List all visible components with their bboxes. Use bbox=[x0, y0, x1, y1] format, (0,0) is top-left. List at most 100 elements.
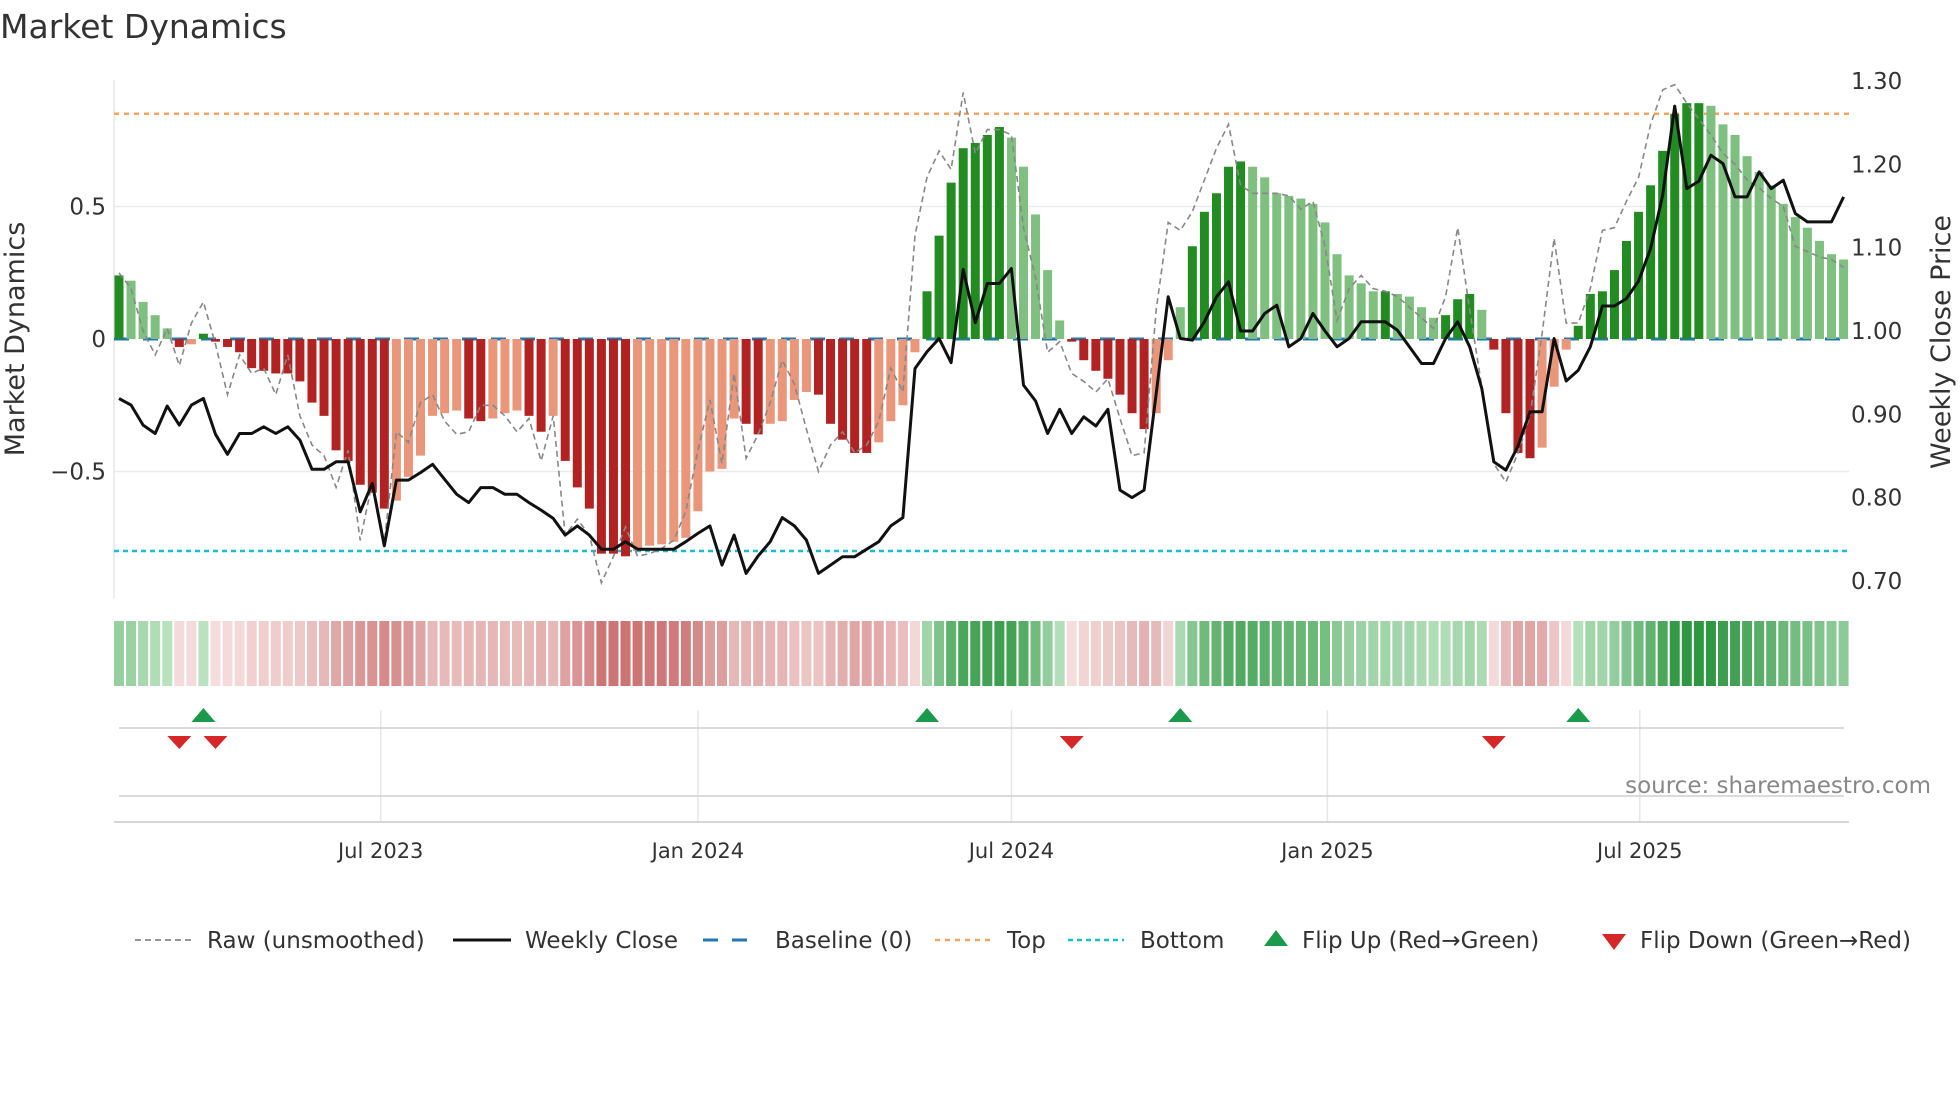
strip-cell bbox=[837, 621, 848, 686]
strip-cell bbox=[946, 621, 957, 686]
strip-cell bbox=[584, 621, 595, 686]
bar bbox=[1839, 259, 1849, 339]
flip-down-marker bbox=[1481, 736, 1506, 749]
bar bbox=[850, 339, 860, 453]
strip-cell bbox=[524, 621, 535, 686]
strip-cell bbox=[150, 621, 161, 686]
strip-cell bbox=[1102, 621, 1113, 686]
bar bbox=[524, 339, 534, 416]
strip-cell bbox=[222, 621, 233, 686]
bar bbox=[1778, 203, 1788, 339]
strip-cell bbox=[1235, 621, 1246, 686]
strip-cell bbox=[1681, 621, 1692, 686]
strip-cell bbox=[174, 621, 185, 686]
bar bbox=[1344, 275, 1354, 339]
strip-cell bbox=[126, 621, 137, 686]
strip-cell bbox=[1549, 621, 1560, 686]
bar bbox=[367, 339, 377, 493]
strip-cell bbox=[1621, 621, 1632, 686]
flip-up-icon bbox=[1264, 930, 1288, 946]
strip-cell bbox=[1754, 621, 1765, 686]
bar bbox=[1827, 254, 1837, 339]
bar bbox=[560, 339, 570, 461]
strip-cell bbox=[1392, 621, 1403, 686]
bar bbox=[1682, 103, 1692, 340]
strip-cell bbox=[1151, 621, 1162, 686]
strip-cell bbox=[873, 621, 884, 686]
strip-cell bbox=[138, 621, 149, 686]
bar bbox=[693, 339, 703, 512]
strip-cell bbox=[644, 621, 655, 686]
strip-cell bbox=[1163, 621, 1174, 686]
strip-cell bbox=[114, 621, 124, 686]
legend: Raw (unsmoothed) Weekly Close Baseline (0)… bbox=[135, 928, 1911, 954]
strip-cell bbox=[234, 621, 245, 686]
strip-cell bbox=[692, 621, 703, 686]
strip-cell bbox=[1139, 621, 1150, 686]
bar bbox=[572, 339, 582, 488]
strip-cell bbox=[560, 621, 571, 686]
strip-cell bbox=[958, 621, 969, 686]
bar bbox=[934, 235, 944, 339]
strip-cell bbox=[1766, 621, 1777, 686]
strip-cell bbox=[1066, 621, 1077, 686]
strip-cell bbox=[1838, 621, 1849, 686]
bar bbox=[355, 339, 365, 485]
strip-cell bbox=[1030, 621, 1041, 686]
strip-cell bbox=[656, 621, 667, 686]
strip-cell bbox=[319, 621, 330, 686]
bar bbox=[1404, 296, 1414, 339]
bar bbox=[1525, 339, 1535, 459]
flip-up-marker bbox=[191, 708, 216, 722]
strip-cell bbox=[596, 621, 607, 686]
bar bbox=[235, 339, 245, 353]
chart-title: Market Dynamics bbox=[0, 7, 287, 46]
strip-cell bbox=[801, 621, 812, 686]
flip-up-marker bbox=[1566, 708, 1591, 722]
bar bbox=[548, 339, 558, 416]
flip-down-marker bbox=[167, 736, 192, 749]
strip-cell bbox=[994, 621, 1005, 686]
strip-cell bbox=[668, 621, 679, 686]
strip-cell bbox=[451, 621, 462, 686]
strip-cell bbox=[885, 621, 896, 686]
source-credit: source: sharemaestro.com bbox=[1625, 773, 1931, 799]
bar bbox=[500, 339, 510, 414]
strip-cell bbox=[1705, 621, 1716, 686]
strip-cell bbox=[1561, 621, 1572, 686]
strip-cell bbox=[463, 621, 474, 686]
bar bbox=[1224, 166, 1234, 339]
strip-cell bbox=[1609, 621, 1620, 686]
market-dynamics-chart: Market Dynamics 0.5 0 −0.5 1.30 1.20 1.10 1.00… bbox=[0, 7, 1957, 954]
bar bbox=[584, 339, 594, 509]
bar bbox=[1453, 299, 1463, 339]
strip-cell bbox=[1717, 621, 1728, 686]
bar bbox=[994, 127, 1004, 339]
flip-down-marker bbox=[1059, 736, 1084, 749]
strip-cell bbox=[355, 621, 366, 686]
strip-cell bbox=[536, 621, 547, 686]
bar bbox=[440, 339, 450, 414]
strip-cell bbox=[343, 621, 354, 686]
bar bbox=[1561, 339, 1571, 350]
strip-cell bbox=[1259, 621, 1270, 686]
strip-cell bbox=[1090, 621, 1101, 686]
strip-cell bbox=[1802, 621, 1813, 686]
bar bbox=[331, 339, 341, 451]
strip-cell bbox=[258, 621, 269, 686]
bar bbox=[1187, 246, 1197, 339]
flip-up-marker bbox=[915, 708, 940, 722]
strip-cell bbox=[753, 621, 764, 686]
y2-tick-label: 1.30 bbox=[1851, 69, 1902, 95]
bar bbox=[1139, 339, 1149, 430]
strip-cell bbox=[282, 621, 293, 686]
bar bbox=[922, 291, 932, 339]
strip-cell bbox=[1826, 621, 1837, 686]
bar bbox=[271, 339, 281, 374]
strip-cell bbox=[1500, 621, 1511, 686]
bar bbox=[114, 275, 124, 339]
strip-cell bbox=[367, 621, 378, 686]
y2-tick-label: 0.90 bbox=[1851, 402, 1902, 428]
y2-tick-label: 1.10 bbox=[1851, 236, 1902, 262]
strip-cell bbox=[922, 621, 933, 686]
